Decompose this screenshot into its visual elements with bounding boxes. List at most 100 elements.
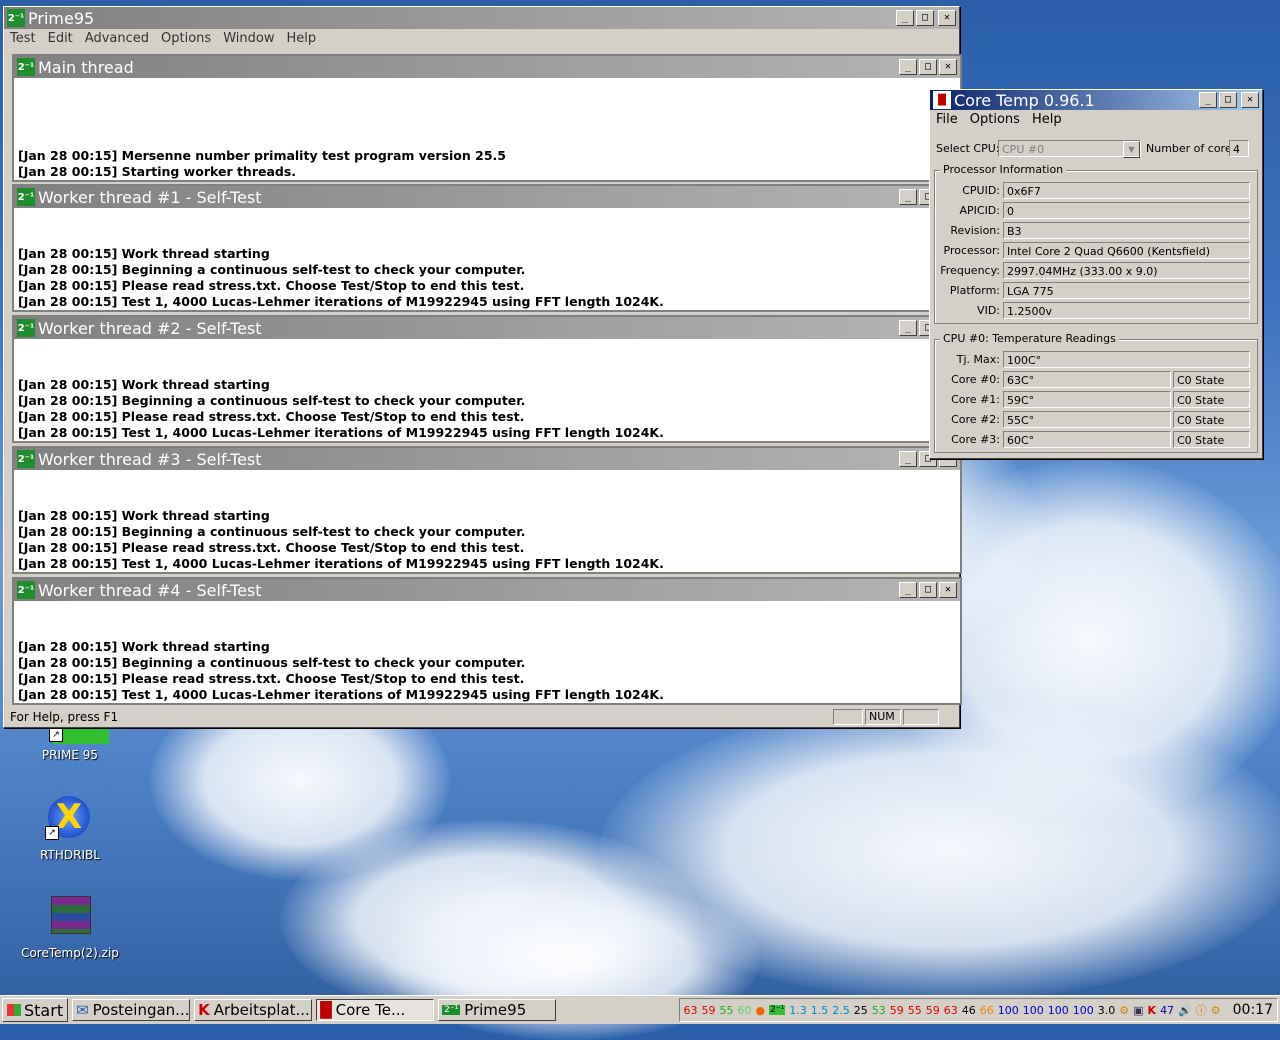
- revision-label: Revision:: [950, 224, 1000, 237]
- log-line: [Jan 28 00:15] Test 1, 4000 Lucas-Lehmer…: [18, 425, 664, 440]
- window-title: Core Temp 0.96.1: [954, 90, 1095, 110]
- status-num: NUM: [865, 709, 901, 725]
- vid-value: 1.2500v: [1003, 302, 1250, 319]
- thread-window-worker-4[interactable]: 2⁻¹ Worker thread #4 - Self-Test _ □ ✕ [Jan…: [12, 577, 962, 705]
- prime95-window[interactable]: 2⁻¹ Prime95 _ □ ✕ Test Edit Advanced Opt…: [3, 6, 962, 728]
- core-1-label: Core #1:: [951, 393, 1000, 406]
- tjmax-value: 100C°: [1003, 351, 1250, 368]
- tray-core-temp[interactable]: 63: [684, 1004, 698, 1017]
- taskbar-item-posteingang[interactable]: ✉ Posteingan...: [72, 999, 191, 1021]
- thread-window-worker-2[interactable]: 2⁻¹Worker thread #2 - Self-Test _□✕ [Jan…: [12, 315, 962, 443]
- thread-title: Worker thread #3 - Self-Test: [38, 449, 262, 469]
- start-button[interactable]: Start: [2, 998, 69, 1022]
- taskbar-item-coretemp[interactable]: █ Core Te...: [316, 999, 435, 1021]
- settings-icon[interactable]: ⚙: [1211, 1004, 1221, 1017]
- thread-window-main[interactable]: 2⁻¹ Main thread _ □ ✕ [Jan 28 00:15] Mersen…: [12, 54, 962, 182]
- log-line: [Jan 28 00:15] Test 1, 4000 Lucas-Lehmer…: [18, 687, 664, 702]
- processor-label: Processor:: [943, 244, 1001, 257]
- desktop-icon-coretemp-zip[interactable]: CoreTemp(2).zip: [15, 894, 125, 964]
- frequency-label: Frequency:: [940, 264, 1000, 277]
- maximize-button[interactable]: □: [916, 10, 934, 26]
- firefox-icon[interactable]: ●: [756, 1004, 766, 1017]
- tray-value: 100: [1072, 1003, 1094, 1017]
- thread-title: Worker thread #2 - Self-Test: [38, 318, 262, 338]
- num-cores-label: Number of cores: [1146, 142, 1238, 155]
- info-icon[interactable]: ⓘ: [1196, 1002, 1207, 1018]
- log-line: [Jan 28 00:15] Please read stress.txt. C…: [18, 540, 525, 555]
- prime95-app-icon: 2⁻¹: [17, 319, 35, 337]
- shortcut-arrow-icon: ↗: [45, 826, 59, 840]
- minimize-button[interactable]: _: [899, 189, 917, 205]
- menu-help[interactable]: Help: [1026, 112, 1068, 127]
- cpuid-label: CPUID:: [962, 184, 1000, 197]
- desktop-icon-rthdribl[interactable]: X ↗ RTHDRIBL: [15, 794, 125, 864]
- prime95-app-icon: 2⁻¹: [442, 1005, 461, 1015]
- clock[interactable]: 00:17: [1233, 1002, 1273, 1018]
- thread-title: Main thread: [38, 57, 134, 77]
- log-line: [Jan 28 00:15] Mersenne number primality…: [18, 148, 506, 163]
- menu-file[interactable]: File: [930, 112, 964, 127]
- menu-edit[interactable]: Edit: [42, 31, 79, 46]
- revision-value: B3: [1003, 222, 1250, 239]
- minimize-button[interactable]: _: [899, 451, 917, 467]
- maximize-button[interactable]: □: [919, 59, 937, 75]
- log-line: [Jan 28 00:15] Work thread starting: [18, 508, 270, 523]
- thread-log: [Jan 28 00:15] Mersenne number primality…: [14, 80, 960, 180]
- thread-log: [Jan 28 00:15] Work thread starting [Jan…: [14, 341, 960, 441]
- apicid-value: 0: [1003, 202, 1250, 219]
- tray-value: 47: [1160, 1003, 1175, 1017]
- menu-advanced[interactable]: Advanced: [79, 31, 155, 46]
- maximize-button[interactable]: □: [919, 582, 937, 598]
- prime95-app-icon: 2⁻¹: [7, 9, 25, 27]
- tray-value: 59: [925, 1003, 940, 1017]
- minimize-button[interactable]: _: [896, 10, 914, 26]
- thread-log: [Jan 28 00:15] Work thread starting [Jan…: [14, 472, 960, 572]
- minimize-button[interactable]: _: [1199, 92, 1217, 108]
- log-line: [Jan 28 00:15] Test 1, 4000 Lucas-Lehmer…: [18, 556, 664, 571]
- kaspersky-icon: K: [198, 1001, 210, 1019]
- coretemp-app-icon: █: [320, 1001, 332, 1019]
- menu-test[interactable]: Test: [4, 31, 42, 46]
- menu-window[interactable]: Window: [217, 31, 280, 46]
- tray-value: 66: [979, 1003, 994, 1017]
- core-3-label: Core #3:: [951, 433, 1000, 446]
- taskbar-item-arbeitsplatz[interactable]: K Arbeitsplat...: [194, 999, 313, 1021]
- log-line: [Jan 28 00:15] Starting worker threads.: [18, 164, 297, 179]
- select-cpu-dropdown[interactable]: CPU #0 ▼: [998, 140, 1141, 158]
- close-button[interactable]: ✕: [939, 582, 957, 598]
- thread-window-worker-1[interactable]: 2⁻¹Worker thread #1 - Self-Test _□✕ [Jan…: [12, 184, 962, 312]
- select-cpu-label: Select CPU:: [936, 142, 1000, 155]
- tray-core-temp[interactable]: 59: [702, 1004, 716, 1017]
- prime95-titlebar[interactable]: 2⁻¹ Prime95 _ □ ✕: [4, 7, 959, 29]
- coretemp-titlebar[interactable]: █ Core Temp 0.96.1 _ □ ✕: [930, 90, 1262, 110]
- winrar-archive-icon: [51, 896, 91, 934]
- menu-options[interactable]: Options: [964, 112, 1026, 127]
- taskbar-item-prime95[interactable]: 2⁻¹ Prime95: [438, 999, 557, 1021]
- chevron-down-icon: ▼: [1123, 141, 1140, 158]
- speaker-icon[interactable]: 🔊: [1178, 1004, 1192, 1017]
- coretemp-window[interactable]: █ Core Temp 0.96.1 _ □ ✕ File Options He…: [929, 89, 1263, 459]
- kaspersky-tray-icon[interactable]: K: [1148, 1004, 1157, 1017]
- prime95-tray-icon[interactable]: 2⁻¹: [769, 1005, 786, 1015]
- menu-help[interactable]: Help: [280, 31, 322, 46]
- maximize-button[interactable]: □: [1219, 92, 1237, 108]
- monitor-icon[interactable]: ▣: [1133, 1004, 1143, 1017]
- desktop-icon-prime95[interactable]: ↗ PRIME 95: [15, 728, 125, 768]
- minimize-button[interactable]: _: [899, 320, 917, 336]
- processor-value: Intel Core 2 Quad Q6600 (Kentsfield): [1003, 242, 1250, 259]
- thread-window-worker-3[interactable]: 2⁻¹Worker thread #3 - Self-Test _□✕ [Jan…: [12, 446, 962, 574]
- tray-core-temp[interactable]: 55: [720, 1004, 734, 1017]
- core-0-state: C0 State: [1173, 371, 1250, 388]
- menu-options[interactable]: Options: [155, 31, 217, 46]
- log-line: [Jan 28 00:15] Please read stress.txt. C…: [18, 671, 525, 686]
- close-button[interactable]: ✕: [938, 10, 956, 26]
- tray-value: 63: [943, 1003, 958, 1017]
- minimize-button[interactable]: _: [899, 59, 917, 75]
- core-0-temp: 63C°: [1003, 371, 1171, 388]
- coretemp-app-icon: █: [933, 91, 951, 109]
- close-button[interactable]: ✕: [939, 59, 957, 75]
- minimize-button[interactable]: _: [899, 582, 917, 598]
- close-button[interactable]: ✕: [1241, 92, 1259, 108]
- network-icon[interactable]: ⚙: [1119, 1004, 1129, 1017]
- tray-core-temp[interactable]: 60: [738, 1004, 752, 1017]
